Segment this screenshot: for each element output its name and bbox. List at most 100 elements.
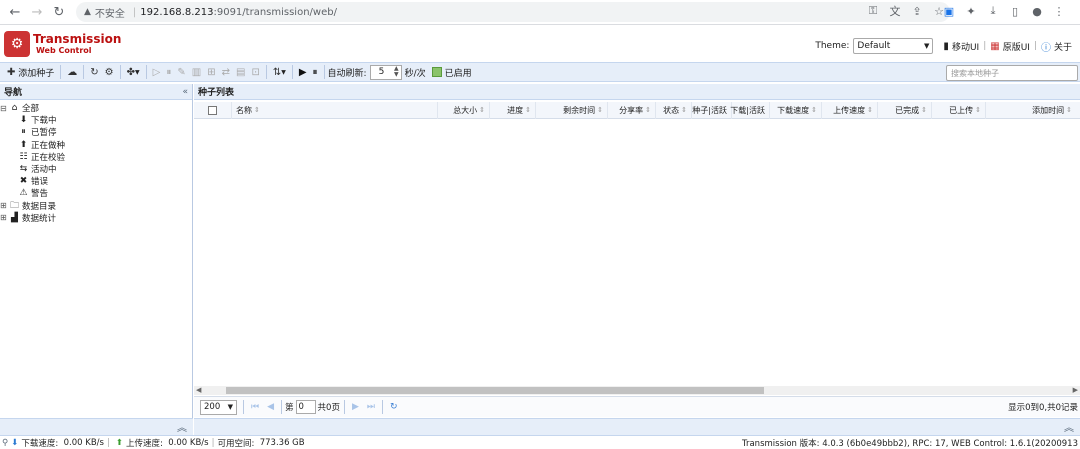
translate-icon[interactable]: 文	[888, 4, 902, 18]
column-header-seeders[interactable]: 种子|活跃	[692, 101, 732, 119]
speed-limit-button[interactable]: ⇅ ▼	[270, 64, 289, 80]
add-torrent-button[interactable]: ✚ 添加种子	[4, 64, 57, 80]
tree-collapse-icon[interactable]: ⊟	[0, 104, 9, 113]
extensions-puzzle-icon[interactable]: ✦	[964, 4, 978, 18]
scroll-right-icon[interactable]: ▶	[1073, 386, 1078, 394]
move-button[interactable]: ▤	[233, 64, 248, 80]
sort-icon: ⇕	[921, 106, 927, 114]
nav-item-downloading[interactable]: ⬇ 下载中	[0, 114, 192, 126]
reannounce-button[interactable]: ⇄	[219, 64, 233, 80]
nav-item-paused[interactable]: ⏸ 已暂停	[0, 126, 192, 138]
nav-item-seeding[interactable]: ⬆ 正在做种	[0, 139, 192, 151]
next-page-icon[interactable]: ▶	[352, 402, 359, 412]
start-selected-button[interactable]: ▷	[150, 64, 164, 80]
start-all-button[interactable]: ▶	[296, 64, 310, 80]
horizontal-scrollbar[interactable]: ◀ ▶	[194, 386, 1080, 395]
security-label: 不安全	[94, 8, 125, 20]
forward-icon[interactable]: →	[26, 1, 48, 23]
key-icon[interactable]: ⚿	[866, 4, 880, 18]
remove-button[interactable]: ▥	[189, 64, 204, 80]
column-label: 分享率	[619, 105, 644, 115]
announce-icon: ⇄	[221, 66, 230, 78]
reload-page-icon[interactable]: ↻	[390, 402, 398, 412]
column-header-name[interactable]: 名称 ⇕	[232, 101, 438, 119]
nav-item-folders[interactable]: ⊞ 🗀 数据目录	[0, 200, 192, 212]
logo-subtitle: Web Control	[36, 46, 92, 55]
address-bar[interactable]: ▲ 不安全 | 192.168.8.213 :9091/transmission…	[76, 2, 950, 22]
column-header-completed[interactable]: 已完成 ⇕	[878, 101, 932, 119]
nav-item-active[interactable]: ⇆ 活动中	[0, 163, 192, 175]
column-header-status[interactable]: 状态 ⇕	[656, 101, 692, 119]
magnet-button[interactable]: ☁	[64, 64, 80, 80]
theme-select[interactable]: Default ▼	[853, 38, 934, 54]
download-icon[interactable]: ⤓	[986, 4, 1000, 18]
settings-button[interactable]: ⚙	[102, 64, 117, 80]
profile-avatar-icon[interactable]: ●	[1030, 4, 1044, 18]
transmission-logo-icon: ⚙	[4, 31, 30, 57]
mobile-ui-link[interactable]: ▮ 移动UI	[943, 40, 979, 53]
url-path: :9091/transmission/web/	[213, 6, 337, 18]
separator: |	[983, 41, 987, 51]
reload-icon[interactable]: ↻	[48, 1, 70, 23]
last-page-icon[interactable]: ⏭	[367, 402, 375, 412]
network-icon: ⚲	[2, 437, 9, 448]
column-header-progress[interactable]: 进度 ⇕	[490, 101, 536, 119]
recheck-button[interactable]: ⊞	[204, 64, 218, 80]
column-header-remaining[interactable]: 剩余时间 ⇕	[536, 101, 608, 119]
share-icon[interactable]: ⇪	[910, 4, 924, 18]
search-input[interactable]: 搜索本地种子	[946, 65, 1078, 81]
nav-item-statistics[interactable]: ⊞ ▟ 数据统计	[0, 212, 192, 224]
separator: |	[106, 437, 110, 448]
nav-item-warning[interactable]: ⚠ 警告	[0, 187, 192, 199]
scroll-left-icon[interactable]: ◀	[196, 386, 201, 394]
about-link[interactable]: ⓘ 关于	[1041, 39, 1072, 54]
sidebar-icon[interactable]: ▯	[1008, 4, 1022, 18]
chevron-down-icon: ▼	[924, 42, 930, 50]
plus-icon: ✚	[7, 66, 16, 78]
scrollbar-thumb[interactable]	[226, 387, 764, 394]
collapse-up-icon[interactable]: ︽	[177, 423, 187, 434]
original-ui-label: 原版UI	[1002, 42, 1030, 53]
spinner-arrows-icon[interactable]: ▲ ▼	[394, 66, 399, 78]
tree-expand-icon[interactable]: ⊞	[0, 213, 9, 222]
sort-icon: ⇕	[975, 106, 981, 114]
pause-selected-button[interactable]: ⏸	[163, 64, 174, 80]
list-title: 种子列表	[198, 88, 235, 98]
back-icon[interactable]: ←	[4, 1, 26, 23]
collapse-left-icon[interactable]: «	[182, 87, 188, 97]
column-header-size[interactable]: 总大小 ⇕	[438, 101, 490, 119]
play-circle-icon: ▶	[298, 66, 307, 78]
grid-header: 名称 ⇕ 总大小 ⇕ 进度 ⇕ 剩余时间 ⇕ 分享率 ⇕ 状态 ⇕ 种子|活跃 下载|活跃 …	[194, 101, 1080, 119]
select-all-checkbox[interactable]	[194, 101, 232, 119]
rename-button[interactable]: ✎	[174, 64, 188, 80]
nav-footer: ︽	[0, 418, 193, 435]
prev-page-icon[interactable]: ◀	[267, 402, 274, 412]
extension-icon-1[interactable]: ▣	[942, 4, 956, 18]
column-header-download-speed[interactable]: 下载速度 ⇕	[770, 101, 822, 119]
tree-expand-icon[interactable]: ⊞	[0, 201, 9, 210]
sort-icon: ⇕	[681, 106, 687, 114]
pause-all-button[interactable]: ⏸	[310, 64, 321, 80]
page-number-input[interactable]: 0	[295, 400, 316, 414]
page-size-select[interactable]: 200 ▼	[200, 399, 237, 415]
nav-item-all[interactable]: ⊟ ⌂ 全部	[0, 102, 192, 114]
folder-icon: 🗀	[9, 200, 19, 211]
collapse-up-icon[interactable]: ︽	[1064, 423, 1074, 434]
nav-item-checking[interactable]: ☷ 正在校验	[0, 151, 192, 163]
refresh-interval-spinner[interactable]: 5 ▲ ▼	[369, 64, 402, 80]
column-header-leechers[interactable]: 下载|活跃	[730, 101, 770, 119]
nav-item-error[interactable]: ✖ 错误	[0, 175, 192, 187]
column-header-ratio[interactable]: 分享率 ⇕	[608, 101, 656, 119]
first-page-icon[interactable]: ⏮	[251, 402, 259, 412]
auto-refresh-toggle[interactable]: 已启用	[431, 66, 472, 79]
column-header-uploaded[interactable]: 已上传 ⇕	[932, 101, 986, 119]
plugins-button[interactable]: ✤ ▼	[124, 64, 143, 80]
labels-button[interactable]: ⊡	[248, 64, 262, 80]
refresh-button[interactable]: ↻	[87, 64, 101, 80]
column-header-upload-speed[interactable]: 上传速度 ⇕	[822, 101, 878, 119]
download-arrow-icon: ⬇	[11, 437, 19, 448]
toolbar-separator	[119, 65, 121, 79]
menu-icon[interactable]: ⋮	[1052, 4, 1066, 18]
column-header-added[interactable]: 添加时间 ⇕	[986, 102, 1076, 119]
original-ui-link[interactable]: ▦ 原版UI	[990, 40, 1030, 53]
